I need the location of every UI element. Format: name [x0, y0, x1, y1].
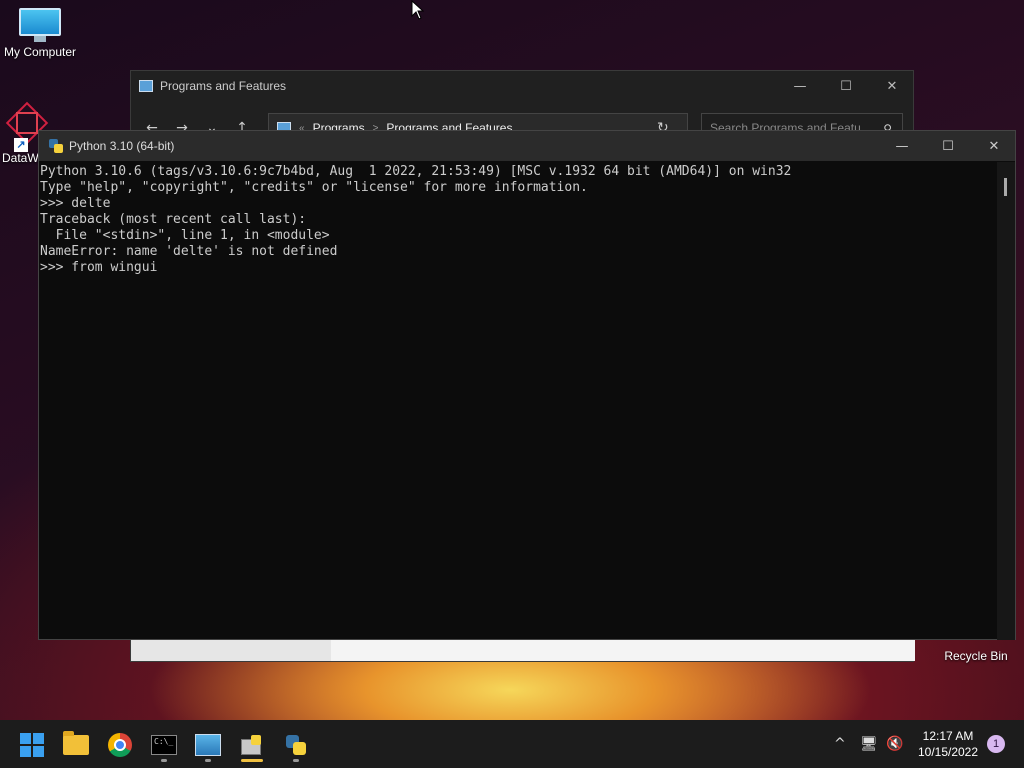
python-icon — [49, 139, 63, 153]
control-panel-icon — [139, 80, 153, 92]
minimize-button[interactable]: — — [777, 71, 823, 101]
taskbar-python[interactable] — [276, 728, 316, 762]
python-icon — [284, 733, 308, 757]
network-icon[interactable]: 🖥 — [860, 720, 878, 768]
console-line: >>> delte — [40, 196, 111, 211]
desktop-icon-recycle-bin[interactable]: Recycle Bin — [938, 646, 1014, 663]
taskbar-command-prompt[interactable]: C:\_ — [144, 728, 184, 762]
console-output[interactable]: Python 3.10.6 (tags/v3.10.6:9c7b4bd, Aug… — [39, 162, 999, 640]
maximize-button[interactable]: ☐ — [925, 131, 971, 161]
taskbar: C:\_ ^ 🖥 🔇 12:17 AM 10/15/2022 1 — [0, 720, 1024, 768]
vertical-scrollbar[interactable] — [997, 162, 1015, 640]
python-console-window: Python 3.10 (64-bit) — ☐ ✕ Python 3.10.6… — [38, 130, 1016, 640]
desktop-icon-label: Recycle Bin — [944, 649, 1008, 663]
maximize-button[interactable]: ☐ — [823, 71, 869, 101]
console-line: Python 3.10.6 (tags/v3.10.6:9c7b4bd, Aug… — [40, 164, 792, 179]
start-button[interactable] — [12, 728, 52, 762]
chrome-icon — [108, 733, 132, 757]
console-line: NameError: name 'delte' is not defined — [40, 244, 338, 259]
window-title: Python 3.10 (64-bit) — [69, 139, 175, 153]
running-indicator — [205, 759, 211, 762]
desktop-icon-dataw[interactable]: ↗ DataW — [2, 101, 49, 165]
clock[interactable]: 12:17 AM 10/15/2022 — [912, 728, 984, 760]
scrollbar-thumb[interactable] — [1004, 178, 1007, 196]
desktop-icon-my-computer[interactable]: My Computer — [2, 8, 78, 59]
terminal-icon: C:\_ — [151, 735, 177, 755]
left-pane — [131, 639, 331, 661]
console-input-line[interactable]: >>> from wingui — [40, 260, 999, 276]
close-button[interactable]: ✕ — [869, 71, 915, 101]
desktop-icon-label: My Computer — [3, 45, 77, 59]
taskbar-chrome[interactable] — [100, 728, 140, 762]
title-bar[interactable]: Python 3.10 (64-bit) — [39, 131, 1015, 161]
folder-icon — [63, 731, 89, 755]
console-line: Type "help", "copyright", "credits" or "… — [40, 180, 588, 195]
windows-logo-icon — [20, 733, 44, 757]
content-area — [131, 639, 915, 661]
taskbar-control-panel[interactable] — [188, 728, 228, 762]
running-indicator — [161, 759, 167, 762]
installer-icon — [239, 733, 265, 757]
close-button[interactable]: ✕ — [971, 131, 1017, 161]
running-indicator — [293, 759, 299, 762]
window-title: Programs and Features — [160, 79, 287, 93]
minimize-button[interactable]: — — [879, 131, 925, 161]
show-hidden-icons-chevron-icon[interactable]: ^ — [834, 720, 846, 768]
active-indicator — [241, 759, 263, 762]
desktop-icon-label: DataW — [2, 151, 39, 165]
clock-date: 10/15/2022 — [917, 745, 979, 759]
shortcut-arrow-icon: ↗ — [14, 138, 28, 152]
taskbar-python-installer[interactable] — [232, 728, 272, 762]
console-line: Traceback (most recent call last): — [40, 212, 307, 227]
taskbar-file-explorer[interactable] — [56, 728, 96, 762]
dataw-app-icon: ↗ — [2, 101, 49, 152]
volume-muted-icon[interactable]: 🔇 — [886, 720, 903, 768]
control-panel-icon — [195, 734, 221, 756]
notification-badge[interactable]: 1 — [987, 735, 1005, 753]
clock-time: 12:17 AM — [922, 729, 974, 743]
console-line: File "<stdin>", line 1, in <module> — [40, 228, 330, 243]
computer-icon — [19, 8, 61, 42]
